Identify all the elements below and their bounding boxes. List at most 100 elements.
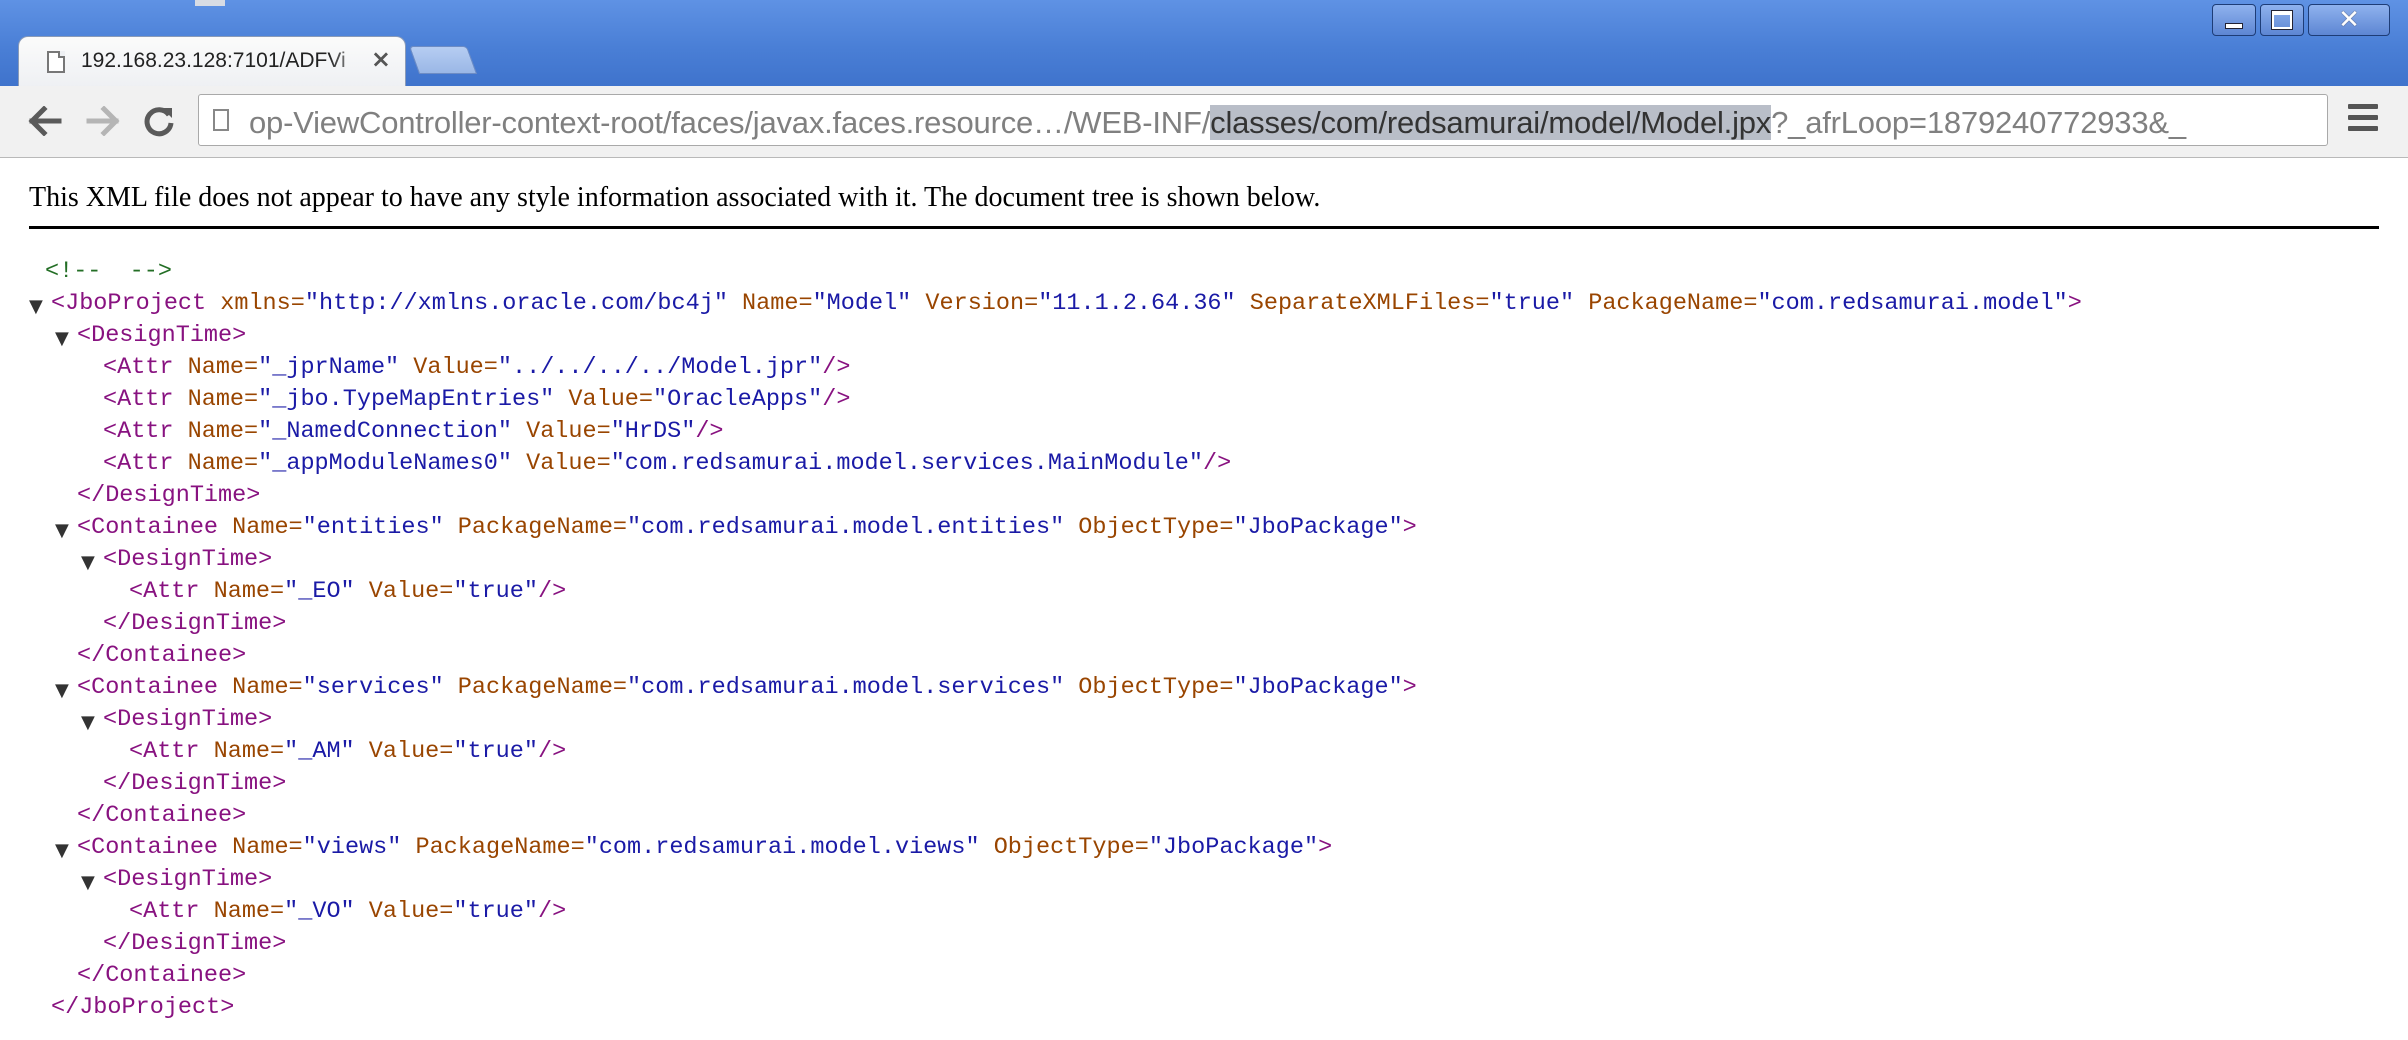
xml-style-notice: This XML file does not appear to have an… <box>29 182 1321 213</box>
xml-token: <Containee <box>77 834 219 861</box>
collapse-toggle-icon[interactable]: ▼ <box>81 547 95 579</box>
xml-line-content: <Containee Name="services" PackageName="… <box>77 672 1417 704</box>
close-icon: ✕ <box>2338 5 2360 35</box>
xml-token: /> <box>538 738 567 765</box>
xml-token: "_jbo.TypeMapEntries" <box>258 386 555 413</box>
page-icon <box>47 51 65 73</box>
xml-token: <Attr <box>103 418 174 445</box>
minimize-button[interactable] <box>2212 4 2256 36</box>
collapse-toggle-icon[interactable]: ▼ <box>55 835 69 867</box>
xml-token: /> <box>1203 450 1232 477</box>
xml-token: Name= <box>173 386 259 413</box>
xml-line-content: </JboProject> <box>51 992 234 1024</box>
xml-token: Value= <box>399 354 498 381</box>
url-suffix: ?_afrLoop=1879240772933&_ <box>1771 105 2186 140</box>
xml-token: </DesignTime> <box>103 610 287 637</box>
xml-token: Name= <box>218 834 303 861</box>
xml-token: "JboPackage" <box>1233 514 1403 541</box>
xml-token: Version= <box>911 290 1039 317</box>
collapse-toggle-icon[interactable]: ▼ <box>55 323 69 355</box>
xml-token: "JboPackage" <box>1233 674 1403 701</box>
xml-token: <Containee <box>77 674 219 701</box>
xml-token: "../../../../Model.jpr" <box>497 354 823 381</box>
xml-token: <Attr <box>103 450 174 477</box>
xml-token: "true" <box>453 578 538 605</box>
xml-token: "com.redsamurai.model.entities" <box>627 514 1065 541</box>
collapse-toggle-icon[interactable]: ▼ <box>81 707 95 739</box>
collapse-toggle-icon[interactable]: ▼ <box>29 291 43 323</box>
xml-token: "services" <box>302 674 444 701</box>
xml-token: "_VO" <box>284 898 355 925</box>
xml-line-content: <Attr Name="_jbo.TypeMapEntries" Value="… <box>103 384 850 416</box>
xml-token: "_AM" <box>284 738 355 765</box>
xml-token: "views" <box>302 834 402 861</box>
xml-token: </Containee> <box>77 962 247 989</box>
xml-token: > <box>1318 834 1333 861</box>
xml-token: "com.redsamurai.model.services" <box>627 674 1065 701</box>
divider <box>29 226 2379 229</box>
xml-token: Value= <box>511 450 611 477</box>
forward-button[interactable] <box>78 96 128 146</box>
xml-token: <JboProject <box>51 290 207 317</box>
xml-line-content: <JboProject xmlns="http://xmlns.oracle.c… <box>51 288 2082 320</box>
close-window-button[interactable]: ✕ <box>2308 4 2390 36</box>
reload-button[interactable] <box>134 96 184 146</box>
menu-icon[interactable] <box>2348 104 2378 138</box>
xml-token: </JboProject> <box>51 994 235 1021</box>
xml-token: PackageName= <box>443 514 628 541</box>
xml-line-content: <Attr Name="_VO" Value="true"/> <box>129 896 566 928</box>
url-text[interactable]: op-ViewController-context-root/faces/jav… <box>249 105 2186 141</box>
xml-token: "true" <box>453 898 538 925</box>
collapse-toggle-icon[interactable]: ▼ <box>81 867 95 899</box>
tab-title: 192.168.23.128:7101/ADFVi <box>81 49 346 72</box>
xml-line-content: <DesignTime> <box>103 544 272 576</box>
xml-token: "http://xmlns.oracle.com/bc4j" <box>304 290 728 317</box>
xml-token: > <box>1402 514 1417 541</box>
xml-token: Name= <box>218 674 303 701</box>
new-tab-button[interactable] <box>408 46 478 74</box>
xml-token: ObjectType= <box>979 834 1149 861</box>
xml-token: SeparateXMLFiles= <box>1235 290 1490 317</box>
xml-token: "_NamedConnection" <box>258 418 512 445</box>
xml-token: "Model" <box>812 290 912 317</box>
xml-line-content: </DesignTime> <box>103 768 286 800</box>
xml-token: Value= <box>511 418 611 445</box>
collapse-toggle-icon[interactable]: ▼ <box>55 515 69 547</box>
xml-line-content: <Containee Name="entities" PackageName="… <box>77 512 1417 544</box>
xml-token: "com.redsamurai.model" <box>1757 290 2068 317</box>
xml-line-content: <Attr Name="_jprName" Value="../../../..… <box>103 352 850 384</box>
xml-token: Name= <box>218 514 303 541</box>
xml-token: <DesignTime> <box>103 546 273 573</box>
xml-token: /> <box>822 354 851 381</box>
xml-token: "true" <box>453 738 538 765</box>
xml-line-content: </DesignTime> <box>77 480 260 512</box>
collapse-toggle-icon[interactable]: ▼ <box>55 675 69 707</box>
xml-token: "OracleApps" <box>653 386 823 413</box>
page-info-icon[interactable] <box>213 109 229 131</box>
browser-toolbar: op-ViewController-context-root/faces/jav… <box>0 86 2408 158</box>
xml-token: "HrDS" <box>610 418 696 445</box>
xml-token: /> <box>538 898 567 925</box>
xml-token: ObjectType= <box>1064 514 1234 541</box>
xml-token: </Containee> <box>77 802 247 829</box>
xml-line-content: <Attr Name="_AM" Value="true"/> <box>129 736 566 768</box>
browser-tab[interactable]: 192.168.23.128:7101/ADFVi × <box>18 36 406 88</box>
back-button[interactable] <box>20 96 70 146</box>
xml-token: </DesignTime> <box>103 770 287 797</box>
xml-token: Name= <box>199 738 285 765</box>
address-bar[interactable]: op-ViewController-context-root/faces/jav… <box>198 94 2328 146</box>
xml-token: "entities" <box>302 514 444 541</box>
xml-line-content: <Attr Name="_appModuleNames0" Value="com… <box>103 448 1231 480</box>
maximize-button[interactable] <box>2260 4 2304 36</box>
maximize-icon <box>2272 11 2292 29</box>
back-arrow-icon <box>28 106 62 136</box>
xml-line-content: </DesignTime> <box>103 928 286 960</box>
xml-token: Name= <box>199 578 285 605</box>
xml-token: "JboPackage" <box>1148 834 1319 861</box>
xml-token: "_jprName" <box>258 354 400 381</box>
xml-line-content: <!-- --> <box>45 256 172 288</box>
xml-line-content: <DesignTime> <box>103 864 272 896</box>
xml-token: </DesignTime> <box>77 482 261 509</box>
tab-close-button[interactable]: × <box>371 45 391 73</box>
xml-line-content: <Attr Name="_NamedConnection" Value="HrD… <box>103 416 724 448</box>
